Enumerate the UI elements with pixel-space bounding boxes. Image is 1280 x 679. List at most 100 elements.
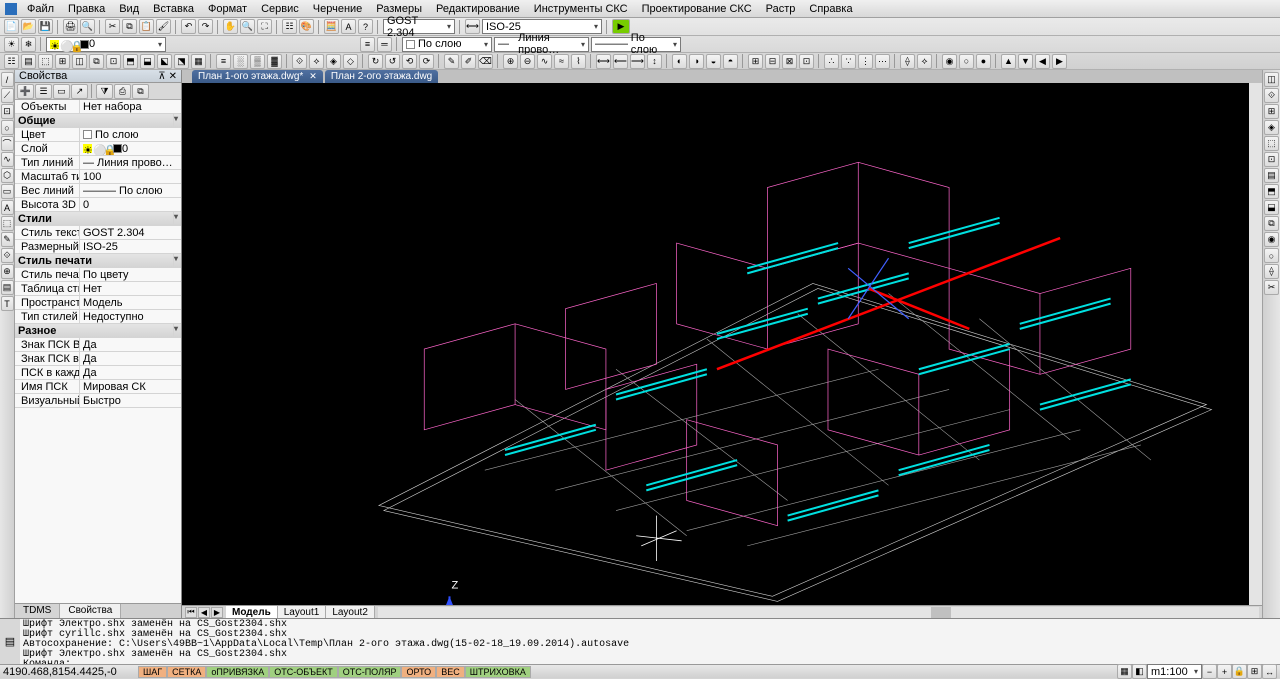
- tool3-14[interactable]: ░: [233, 54, 248, 69]
- tool3-54[interactable]: ∵: [841, 54, 856, 69]
- drawing-canvas[interactable]: Z X Y: [182, 83, 1262, 605]
- tool3-62[interactable]: ○: [959, 54, 974, 69]
- tab-prev-icon[interactable]: ◀: [198, 607, 210, 618]
- tool3-58[interactable]: ⟠: [900, 54, 915, 69]
- canvas-vscroll[interactable]: [1249, 83, 1262, 605]
- menu-Вставка[interactable]: Вставка: [146, 2, 201, 16]
- tool3-13[interactable]: ≡: [216, 54, 231, 69]
- paint-icon[interactable]: 🖌: [156, 19, 171, 34]
- rtool-6[interactable]: ▤: [1264, 168, 1279, 183]
- tool3-44[interactable]: ◑: [689, 54, 704, 69]
- tool3-18[interactable]: ⟐: [292, 54, 307, 69]
- prop-row[interactable]: Знак ПСК в на…Да: [15, 352, 181, 366]
- view-icon[interactable]: ⊞: [1247, 664, 1262, 679]
- tool3-66[interactable]: ▼: [1018, 54, 1033, 69]
- tool3-1[interactable]: ▤: [21, 54, 36, 69]
- status-ОТС-ОБЪЕКТ[interactable]: ОТС-ОБЪЕКТ: [269, 666, 337, 678]
- status-icon-2[interactable]: ◧: [1132, 664, 1147, 679]
- menu-Вид[interactable]: Вид: [112, 2, 146, 16]
- help-icon[interactable]: ?: [358, 19, 373, 34]
- rtool-10[interactable]: ◉: [1264, 232, 1279, 247]
- zoom-plus-icon[interactable]: +: [1217, 664, 1232, 679]
- tool3-5[interactable]: ⧉: [89, 54, 104, 69]
- tool3-0[interactable]: ☷: [4, 54, 19, 69]
- tool3-59[interactable]: ⟡: [917, 54, 932, 69]
- tool3-7[interactable]: ⬒: [123, 54, 138, 69]
- tool3-16[interactable]: ▓: [267, 54, 282, 69]
- tool3-35[interactable]: ≈: [554, 54, 569, 69]
- prop-select-icon[interactable]: ▭: [53, 84, 70, 99]
- menu-Редактирование[interactable]: Редактирование: [429, 2, 527, 16]
- menu-Размеры[interactable]: Размеры: [369, 2, 429, 16]
- tool3-33[interactable]: ⊖: [520, 54, 535, 69]
- ltool-9[interactable]: ⬚: [1, 216, 14, 231]
- save-icon[interactable]: 💾: [38, 19, 53, 34]
- tool3-26[interactable]: ⟳: [419, 54, 434, 69]
- tool3-25[interactable]: ⟲: [402, 54, 417, 69]
- linetype-combo[interactable]: — Линия прово…▾: [494, 37, 589, 52]
- tool3-40[interactable]: ⟶: [630, 54, 645, 69]
- tool3-34[interactable]: ∿: [537, 54, 552, 69]
- tool3-19[interactable]: ⟡: [309, 54, 324, 69]
- prop-group-Общие[interactable]: Общие▾: [15, 114, 181, 128]
- prop-row[interactable]: Вес линий——— По слою: [15, 184, 181, 198]
- rtool-7[interactable]: ⬒: [1264, 184, 1279, 199]
- tool3-20[interactable]: ◈: [326, 54, 341, 69]
- tool3-23[interactable]: ↻: [368, 54, 383, 69]
- tool3-56[interactable]: ⋯: [875, 54, 890, 69]
- prop-row[interactable]: Стиль текстаGOST 2.304: [15, 226, 181, 240]
- prop-row[interactable]: Масштаб типа …100: [15, 170, 181, 184]
- ltool-2[interactable]: ⊡: [1, 104, 14, 119]
- ltool-4[interactable]: ⌒: [1, 136, 14, 151]
- tool3-28[interactable]: ✎: [444, 54, 459, 69]
- prop-filter-icon[interactable]: ⧩: [96, 84, 113, 99]
- redo-icon[interactable]: ↷: [198, 19, 213, 34]
- status-оПРИВЯЗКА[interactable]: оПРИВЯЗКА: [206, 666, 269, 678]
- prop-group-Разное[interactable]: Разное▾: [15, 324, 181, 338]
- status-ОРТО[interactable]: ОРТО: [401, 666, 436, 678]
- layer-toggle-icon[interactable]: ☀: [4, 37, 19, 52]
- ltool-13[interactable]: ▤: [1, 280, 14, 295]
- tool3-45[interactable]: ◒: [706, 54, 721, 69]
- paste-icon[interactable]: 📋: [139, 19, 154, 34]
- command-output[interactable]: Шрифт Электро.shx заменён на CS_Gost2304…: [20, 619, 1280, 664]
- scale-combo[interactable]: m1:100▾: [1147, 664, 1202, 679]
- copy-icon[interactable]: ⧉: [122, 19, 137, 34]
- prop-row[interactable]: Имя ПСКМировая СК: [15, 380, 181, 394]
- prop-row[interactable]: Визуальный ст…Быстро: [15, 394, 181, 408]
- status-ШАГ[interactable]: ШАГ: [138, 666, 167, 678]
- menu-Сервис[interactable]: Сервис: [254, 2, 306, 16]
- tool3-51[interactable]: ⊡: [799, 54, 814, 69]
- ltool-7[interactable]: ▭: [1, 184, 14, 199]
- rtool-13[interactable]: ✂: [1264, 280, 1279, 295]
- cut-icon[interactable]: ✂: [105, 19, 120, 34]
- prop-group-Стиль печати[interactable]: Стиль печати▾: [15, 254, 181, 268]
- panel-close-icon[interactable]: ✕: [169, 71, 177, 82]
- tool3-65[interactable]: ▲: [1001, 54, 1016, 69]
- tool3-4[interactable]: ◫: [72, 54, 87, 69]
- tool3-53[interactable]: ∴: [824, 54, 839, 69]
- prop-copy-icon[interactable]: ⧉: [132, 84, 149, 99]
- text-icon[interactable]: A: [341, 19, 356, 34]
- zoom-range-icon[interactable]: ⛶: [257, 19, 272, 34]
- layout-tab-Layout1[interactable]: Layout1: [278, 606, 327, 619]
- tool3-6[interactable]: ⊡: [106, 54, 121, 69]
- tool3-30[interactable]: ⌫: [478, 54, 493, 69]
- prop-tab-TDMS[interactable]: TDMS: [15, 604, 60, 618]
- tool3-10[interactable]: ⬔: [174, 54, 189, 69]
- prop-group-Стили[interactable]: Стили▾: [15, 212, 181, 226]
- tool3-41[interactable]: ↕: [647, 54, 662, 69]
- rtool-3[interactable]: ◈: [1264, 120, 1279, 135]
- tool3-29[interactable]: ✐: [461, 54, 476, 69]
- rtool-12[interactable]: ⟠: [1264, 264, 1279, 279]
- lw2-icon[interactable]: ═: [377, 37, 392, 52]
- print-icon[interactable]: 🖨: [63, 19, 78, 34]
- prop-add-icon[interactable]: ➕: [17, 84, 34, 99]
- ltool-6[interactable]: ⬡: [1, 168, 14, 183]
- tool3-67[interactable]: ◀: [1035, 54, 1050, 69]
- color-combo[interactable]: По слою▾: [402, 37, 492, 52]
- menu-Файл[interactable]: Файл: [20, 2, 61, 16]
- calc-icon[interactable]: 🧮: [324, 19, 339, 34]
- menu-Растр[interactable]: Растр: [759, 2, 803, 16]
- ltool-8[interactable]: A: [1, 200, 14, 215]
